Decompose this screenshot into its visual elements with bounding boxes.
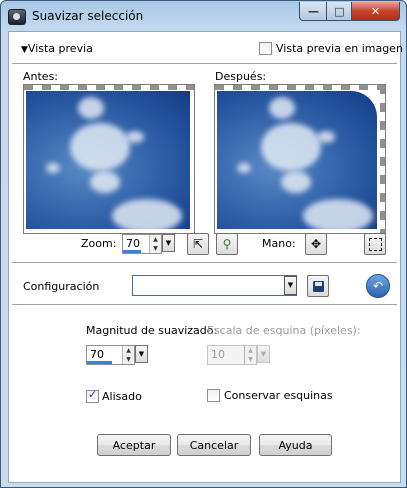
save-preset-button[interactable] bbox=[307, 275, 329, 297]
magnitude-label: Magnitud de suavizado: bbox=[86, 324, 218, 337]
config-select[interactable]: ▼ bbox=[132, 275, 297, 296]
help-button[interactable]: Ayuda bbox=[259, 434, 332, 456]
config-dropdown-button[interactable]: ▼ bbox=[284, 276, 297, 295]
corner-scale-label: Escala de esquina (píxeles): bbox=[207, 324, 361, 337]
corner-scale-value: 10 bbox=[211, 348, 225, 361]
pan-label: Mano: bbox=[262, 237, 296, 250]
corner-scale-input[interactable]: 10 ▲ ▼ bbox=[207, 345, 257, 365]
zoom-to-fit-button[interactable]: ⇱ bbox=[187, 233, 209, 255]
selection-marquee bbox=[24, 85, 194, 90]
undo-arrow-icon: ↶ bbox=[372, 279, 384, 293]
magnitude-value: 70 bbox=[90, 348, 104, 361]
chevron-down-icon: ▼ bbox=[138, 350, 145, 358]
triangle-down-icon: ▼ bbox=[21, 45, 28, 55]
antialias-label: Alisado bbox=[102, 390, 142, 403]
magnitude-dropdown-button[interactable]: ▼ bbox=[135, 345, 148, 363]
after-preview[interactable] bbox=[214, 84, 386, 234]
preview-toggle-label: Vista previa bbox=[27, 42, 93, 55]
maximize-icon: □ bbox=[334, 4, 345, 18]
selection-view-button[interactable] bbox=[364, 233, 386, 255]
sky-image bbox=[217, 91, 377, 229]
dialog-body: ▼Vista previa Vista previa en imagen Ant… bbox=[8, 31, 403, 483]
close-button[interactable]: ✕ bbox=[351, 2, 400, 21]
zoom-level-bar bbox=[123, 250, 141, 253]
move-icon: ✥ bbox=[310, 237, 322, 251]
after-label: Después: bbox=[215, 70, 267, 83]
magnitude-input[interactable]: 70 ▲ ▼ bbox=[86, 345, 135, 365]
camera-app-icon bbox=[8, 9, 26, 25]
sky-image bbox=[26, 91, 190, 229]
window-title: Suavizar selección bbox=[32, 9, 144, 23]
corner-spin-arrows[interactable]: ▲ ▼ bbox=[244, 346, 256, 364]
zoom-dropdown-button[interactable]: ▼ bbox=[162, 234, 175, 252]
pan-button[interactable]: ✥ bbox=[305, 233, 327, 255]
close-icon: ✕ bbox=[370, 4, 381, 18]
chevron-down-icon: ▼ bbox=[260, 350, 267, 358]
selection-marquee bbox=[215, 85, 385, 90]
magnitude-level-bar bbox=[87, 361, 112, 364]
dialog-window: Suavizar selección — □ ✕ ▼Vista previa V… bbox=[0, 0, 407, 488]
chevron-down-icon: ▼ bbox=[287, 281, 294, 289]
zoom-fit-icon: ⇱ bbox=[192, 237, 204, 251]
antialias-checkbox[interactable] bbox=[86, 388, 99, 403]
zoom-actual-button[interactable]: ⚲ bbox=[216, 233, 238, 255]
marquee-icon bbox=[368, 237, 382, 251]
magnifier-icon: ⚲ bbox=[222, 237, 232, 251]
magnitude-spin-arrows[interactable]: ▲ ▼ bbox=[122, 346, 134, 364]
zoom-value: 70 bbox=[126, 237, 140, 250]
zoom-label: Zoom: bbox=[81, 237, 117, 250]
preserve-corners-label: Conservar esquinas bbox=[224, 389, 333, 402]
preserve-corners-checkbox[interactable] bbox=[207, 389, 220, 402]
separator bbox=[12, 262, 397, 264]
config-label: Configuración bbox=[23, 280, 100, 293]
chevron-down-icon: ▼ bbox=[165, 239, 172, 247]
before-label: Antes: bbox=[23, 70, 59, 83]
corner-scale-dropdown-button[interactable]: ▼ bbox=[257, 345, 270, 363]
separator bbox=[12, 63, 397, 65]
zoom-input[interactable]: 70 ▲ ▼ bbox=[122, 234, 162, 254]
minimize-icon: — bbox=[308, 4, 319, 18]
preview-toggle[interactable]: ▼Vista previa bbox=[21, 42, 93, 55]
preview-in-image-label: Vista previa en imagen bbox=[276, 42, 403, 55]
floppy-disk-icon bbox=[312, 280, 324, 292]
separator bbox=[12, 304, 397, 306]
preview-in-image-checkbox[interactable] bbox=[259, 42, 272, 55]
maximize-button[interactable]: □ bbox=[326, 2, 353, 21]
cancel-button[interactable]: Cancelar bbox=[177, 434, 251, 456]
zoom-spin-arrows[interactable]: ▲ ▼ bbox=[149, 235, 161, 253]
minimize-button[interactable]: — bbox=[299, 2, 328, 21]
before-preview[interactable] bbox=[23, 84, 195, 234]
ok-button[interactable]: Aceptar bbox=[97, 434, 171, 456]
reset-button[interactable]: ↶ bbox=[366, 274, 390, 298]
selection-marquee-side bbox=[380, 85, 385, 233]
title-bar[interactable]: Suavizar selección — □ ✕ bbox=[1, 1, 406, 31]
